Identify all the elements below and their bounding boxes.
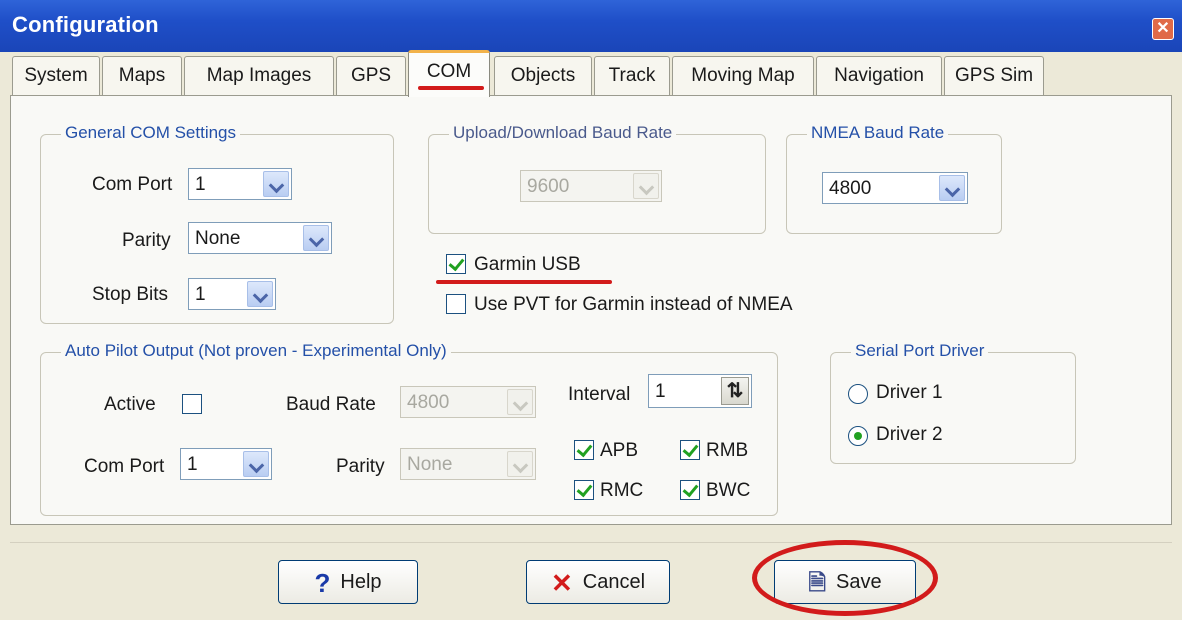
general-com-settings-legend: General COM Settings [61, 123, 241, 143]
autopilot-baud-select: 4800 [400, 386, 536, 418]
autopilot-baud-label: Baud Rate [286, 394, 376, 415]
tab-moving-map[interactable]: Moving Map [672, 56, 814, 96]
help-icon: ? [314, 567, 331, 598]
parity-select[interactable]: None [188, 222, 332, 254]
com-tab-underline [418, 86, 484, 90]
tab-gps-sim[interactable]: GPS Sim [944, 56, 1044, 96]
chevron-down-icon[interactable] [939, 175, 965, 201]
stop-bits-label: Stop Bits [92, 284, 169, 305]
parity-value: None [195, 228, 241, 249]
upload-baud-select: 9600 [520, 170, 662, 202]
close-icon: ✕ [550, 567, 573, 598]
help-button[interactable]: ? Help [278, 560, 418, 604]
bwc-label: BWC [706, 480, 751, 501]
cancel-button[interactable]: ✕ Cancel [526, 560, 670, 604]
apb-checkbox[interactable] [574, 440, 594, 460]
stop-bits-select[interactable]: 1 [188, 278, 276, 310]
rmb-label: RMB [706, 440, 749, 461]
tab-navigation[interactable]: Navigation [816, 56, 942, 96]
stop-bits-value: 1 [195, 284, 206, 305]
upload-download-baud-legend: Upload/Download Baud Rate [449, 123, 677, 143]
autopilot-active-checkbox[interactable] [182, 394, 202, 414]
driver-2-label: Driver 2 [876, 424, 943, 445]
nmea-baud-legend: NMEA Baud Rate [807, 123, 949, 143]
chevron-down-icon[interactable] [247, 281, 273, 307]
autopilot-baud-value: 4800 [407, 392, 450, 413]
spin-updown-icon[interactable]: ⇅ [721, 377, 749, 405]
autopilot-parity-select: None [400, 448, 536, 480]
chevron-down-icon [633, 173, 659, 199]
chevron-down-icon [507, 389, 533, 415]
autopilot-output-legend: Auto Pilot Output (Not proven - Experime… [61, 341, 451, 361]
use-pvt-checkbox[interactable] [446, 294, 466, 314]
help-button-label: Help [340, 571, 382, 593]
tab-map-images[interactable]: Map Images [184, 56, 334, 96]
nmea-baud-select[interactable]: 4800 [822, 172, 968, 204]
configuration-window: Configuration ✕ System Maps Map Images G… [0, 0, 1182, 620]
tab-maps[interactable]: Maps [102, 56, 182, 96]
nmea-baud-value: 4800 [829, 178, 872, 199]
interval-value: 1 [655, 381, 666, 402]
close-icon[interactable]: ✕ [1152, 18, 1174, 40]
rmc-checkbox[interactable] [574, 480, 594, 500]
window-title: Configuration [12, 12, 159, 37]
garmin-usb-label: Garmin USB [474, 254, 581, 275]
com-port-select[interactable]: 1 [188, 168, 292, 200]
serial-port-driver-legend: Serial Port Driver [851, 341, 989, 361]
apb-label: APB [600, 440, 639, 461]
autopilot-com-port-value: 1 [187, 454, 198, 475]
tab-objects[interactable]: Objects [494, 56, 592, 96]
tab-system[interactable]: System [12, 56, 100, 96]
chevron-down-icon [507, 451, 533, 477]
parity-label: Parity [122, 230, 171, 251]
title-bar: Configuration ✕ [0, 0, 1182, 52]
autopilot-parity-label: Parity [336, 456, 385, 477]
tab-track[interactable]: Track [594, 56, 670, 96]
garmin-usb-underline [436, 280, 612, 284]
save-highlight-circle [752, 540, 938, 616]
rmb-checkbox[interactable] [680, 440, 700, 460]
bwc-checkbox[interactable] [680, 480, 700, 500]
com-port-label: Com Port [92, 174, 173, 195]
autopilot-parity-value: None [407, 454, 453, 475]
chevron-down-icon[interactable] [303, 225, 329, 251]
chevron-down-icon[interactable] [243, 451, 269, 477]
com-port-value: 1 [195, 174, 206, 195]
rmc-label: RMC [600, 480, 644, 501]
tab-gps[interactable]: GPS [336, 56, 406, 96]
cancel-button-label: Cancel [582, 571, 646, 593]
garmin-usb-checkbox[interactable] [446, 254, 466, 274]
driver-1-radio[interactable] [848, 384, 868, 404]
chevron-down-icon[interactable] [263, 171, 289, 197]
serial-port-driver-group: Serial Port Driver [830, 341, 1076, 464]
driver-1-label: Driver 1 [876, 382, 943, 403]
interval-label: Interval [568, 384, 631, 405]
autopilot-com-port-label: Com Port [84, 456, 165, 477]
interval-spinner[interactable]: 1 ⇅ [648, 374, 752, 408]
autopilot-active-label: Active [104, 394, 156, 415]
upload-baud-value: 9600 [527, 176, 570, 197]
autopilot-com-port-select[interactable]: 1 [180, 448, 272, 480]
driver-2-radio[interactable] [848, 426, 868, 446]
use-pvt-label: Use PVT for Garmin instead of NMEA [474, 294, 793, 315]
